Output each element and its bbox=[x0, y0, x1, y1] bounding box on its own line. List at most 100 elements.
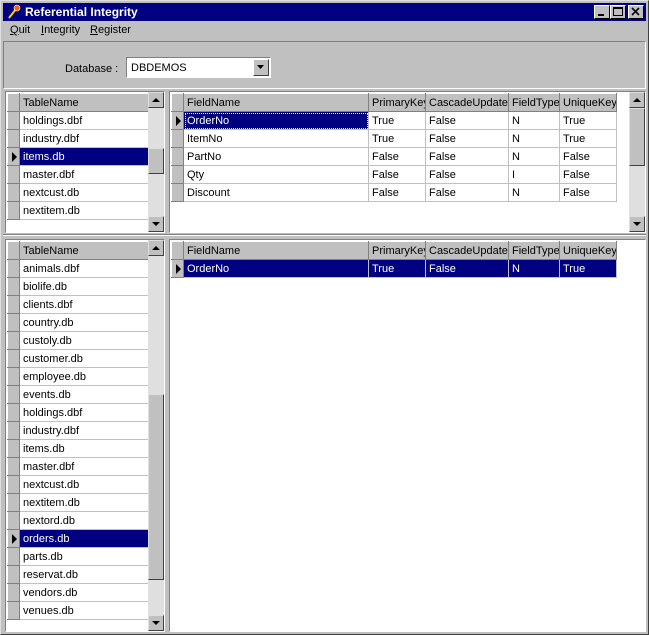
table-row[interactable]: nextord.db bbox=[7, 511, 150, 530]
scroll-down-button[interactable] bbox=[148, 615, 164, 631]
row-indicator[interactable] bbox=[7, 367, 20, 386]
table-name-cell[interactable]: industry.dbf bbox=[19, 129, 150, 148]
row-indicator[interactable] bbox=[7, 475, 20, 494]
table-row[interactable]: holdings.dbf bbox=[7, 403, 150, 422]
table-row[interactable]: parts.db bbox=[7, 547, 150, 566]
column-header-uniquekey[interactable]: UniqueKey bbox=[559, 93, 617, 112]
row-indicator[interactable] bbox=[7, 529, 20, 548]
cell-fieldname[interactable]: ItemNo bbox=[183, 129, 369, 148]
table-row[interactable]: nextcust.db bbox=[7, 475, 150, 494]
table-name-cell[interactable]: items.db bbox=[19, 439, 150, 458]
row-indicator[interactable] bbox=[7, 165, 20, 184]
scroll-thumb[interactable] bbox=[629, 108, 645, 166]
table-name-cell[interactable]: industry.dbf bbox=[19, 421, 150, 440]
dropdown-button[interactable] bbox=[253, 59, 269, 76]
cell-uniquekey[interactable]: False bbox=[559, 183, 617, 202]
table-row[interactable]: employee.db bbox=[7, 367, 150, 386]
table-name-cell[interactable]: holdings.dbf bbox=[19, 111, 150, 130]
table-row[interactable]: clients.dbf bbox=[7, 295, 150, 314]
row-indicator[interactable] bbox=[7, 385, 20, 404]
row-indicator[interactable] bbox=[171, 183, 184, 202]
row-indicator[interactable] bbox=[7, 457, 20, 476]
cell-cascadeupdate[interactable]: False bbox=[425, 165, 509, 184]
menu-quit[interactable]: Quit bbox=[10, 24, 30, 36]
table-name-cell[interactable]: animals.dbf bbox=[19, 259, 150, 278]
table-name-cell[interactable]: venues.db bbox=[19, 601, 150, 620]
row-indicator[interactable] bbox=[7, 547, 20, 566]
cell-uniquekey[interactable]: True bbox=[559, 259, 617, 278]
row-indicator[interactable] bbox=[7, 493, 20, 512]
table-name-cell[interactable]: custoly.db bbox=[19, 331, 150, 350]
row-indicator[interactable] bbox=[171, 129, 184, 148]
cell-cascadeupdate[interactable]: False bbox=[425, 259, 509, 278]
cell-fieldname[interactable]: OrderNo bbox=[183, 111, 369, 130]
row-indicator[interactable] bbox=[7, 601, 20, 620]
cell-cascadeupdate[interactable]: False bbox=[425, 111, 509, 130]
cell-primarykey[interactable]: False bbox=[368, 165, 426, 184]
database-select[interactable]: DBDEMOS bbox=[126, 57, 271, 78]
master-table-scrollbar[interactable] bbox=[148, 92, 164, 232]
row-indicator[interactable] bbox=[7, 295, 20, 314]
pane-divider[interactable] bbox=[3, 234, 646, 236]
master-fields-scrollbar[interactable] bbox=[629, 92, 645, 232]
menu-register[interactable]: Register bbox=[90, 24, 131, 36]
cell-fieldtype[interactable]: N bbox=[508, 259, 560, 278]
table-row[interactable]: PartNo False False N False bbox=[171, 147, 617, 166]
table-name-cell[interactable]: employee.db bbox=[19, 367, 150, 386]
cell-primarykey[interactable]: False bbox=[368, 183, 426, 202]
row-indicator[interactable] bbox=[7, 201, 20, 220]
table-name-cell[interactable]: nextitem.db bbox=[19, 493, 150, 512]
row-indicator[interactable] bbox=[7, 111, 20, 130]
column-header-primarykey[interactable]: PrimaryKey bbox=[368, 93, 426, 112]
table-name-cell[interactable]: master.dbf bbox=[19, 457, 150, 476]
cell-fieldname[interactable]: Discount bbox=[183, 183, 369, 202]
table-row[interactable]: reservat.db bbox=[7, 565, 150, 584]
row-indicator[interactable] bbox=[7, 421, 20, 440]
row-indicator[interactable] bbox=[7, 129, 20, 148]
column-header-fieldtype[interactable]: FieldType bbox=[508, 93, 560, 112]
row-indicator[interactable] bbox=[171, 259, 184, 278]
scroll-thumb[interactable] bbox=[148, 394, 164, 580]
row-indicator[interactable] bbox=[7, 439, 20, 458]
cell-cascadeupdate[interactable]: False bbox=[425, 183, 509, 202]
row-indicator[interactable] bbox=[171, 111, 184, 130]
row-indicator[interactable] bbox=[7, 565, 20, 584]
cell-fieldtype[interactable]: I bbox=[508, 165, 560, 184]
detail-table-scrollbar[interactable] bbox=[148, 240, 164, 631]
table-name-cell[interactable]: country.db bbox=[19, 313, 150, 332]
row-indicator[interactable] bbox=[7, 183, 20, 202]
row-indicator[interactable] bbox=[7, 583, 20, 602]
row-indicator[interactable] bbox=[7, 147, 20, 166]
table-name-cell[interactable]: reservat.db bbox=[19, 565, 150, 584]
scroll-up-button[interactable] bbox=[629, 92, 645, 108]
cell-uniquekey[interactable]: False bbox=[559, 165, 617, 184]
table-row[interactable]: Qty False False I False bbox=[171, 165, 617, 184]
table-row[interactable]: nextitem.db bbox=[7, 201, 150, 220]
cell-uniquekey[interactable]: False bbox=[559, 147, 617, 166]
table-row[interactable]: OrderNo True False N True bbox=[171, 111, 617, 130]
table-row[interactable]: master.dbf bbox=[7, 457, 150, 476]
table-row[interactable]: holdings.dbf bbox=[7, 111, 150, 130]
menu-integrity[interactable]: Integrity bbox=[41, 24, 80, 36]
row-indicator[interactable] bbox=[171, 147, 184, 166]
column-header-fieldname[interactable]: FieldName bbox=[183, 93, 369, 112]
column-header-fieldname[interactable]: FieldName bbox=[183, 241, 369, 260]
maximize-button[interactable] bbox=[610, 5, 626, 19]
master-fields-grid[interactable]: FieldName PrimaryKey CascadeUpdate FieldTyp… bbox=[169, 91, 646, 233]
table-row[interactable]: items.db bbox=[7, 439, 150, 458]
cell-primarykey[interactable]: True bbox=[368, 111, 426, 130]
cell-primarykey[interactable]: False bbox=[368, 147, 426, 166]
cell-fieldname[interactable]: OrderNo bbox=[183, 259, 369, 278]
table-name-cell[interactable]: nextitem.db bbox=[19, 201, 150, 220]
cell-fieldname[interactable]: Qty bbox=[183, 165, 369, 184]
scroll-down-button[interactable] bbox=[629, 216, 645, 232]
table-row[interactable]: items.db bbox=[7, 147, 150, 166]
cell-uniquekey[interactable]: True bbox=[559, 111, 617, 130]
table-name-cell[interactable]: vendors.db bbox=[19, 583, 150, 602]
column-header-cascadeupdate[interactable]: CascadeUpdate bbox=[425, 241, 509, 260]
table-name-cell[interactable]: master.dbf bbox=[19, 165, 150, 184]
scroll-up-button[interactable] bbox=[148, 92, 164, 108]
table-row[interactable]: industry.dbf bbox=[7, 421, 150, 440]
cell-primarykey[interactable]: True bbox=[368, 259, 426, 278]
table-row[interactable]: nextcust.db bbox=[7, 183, 150, 202]
